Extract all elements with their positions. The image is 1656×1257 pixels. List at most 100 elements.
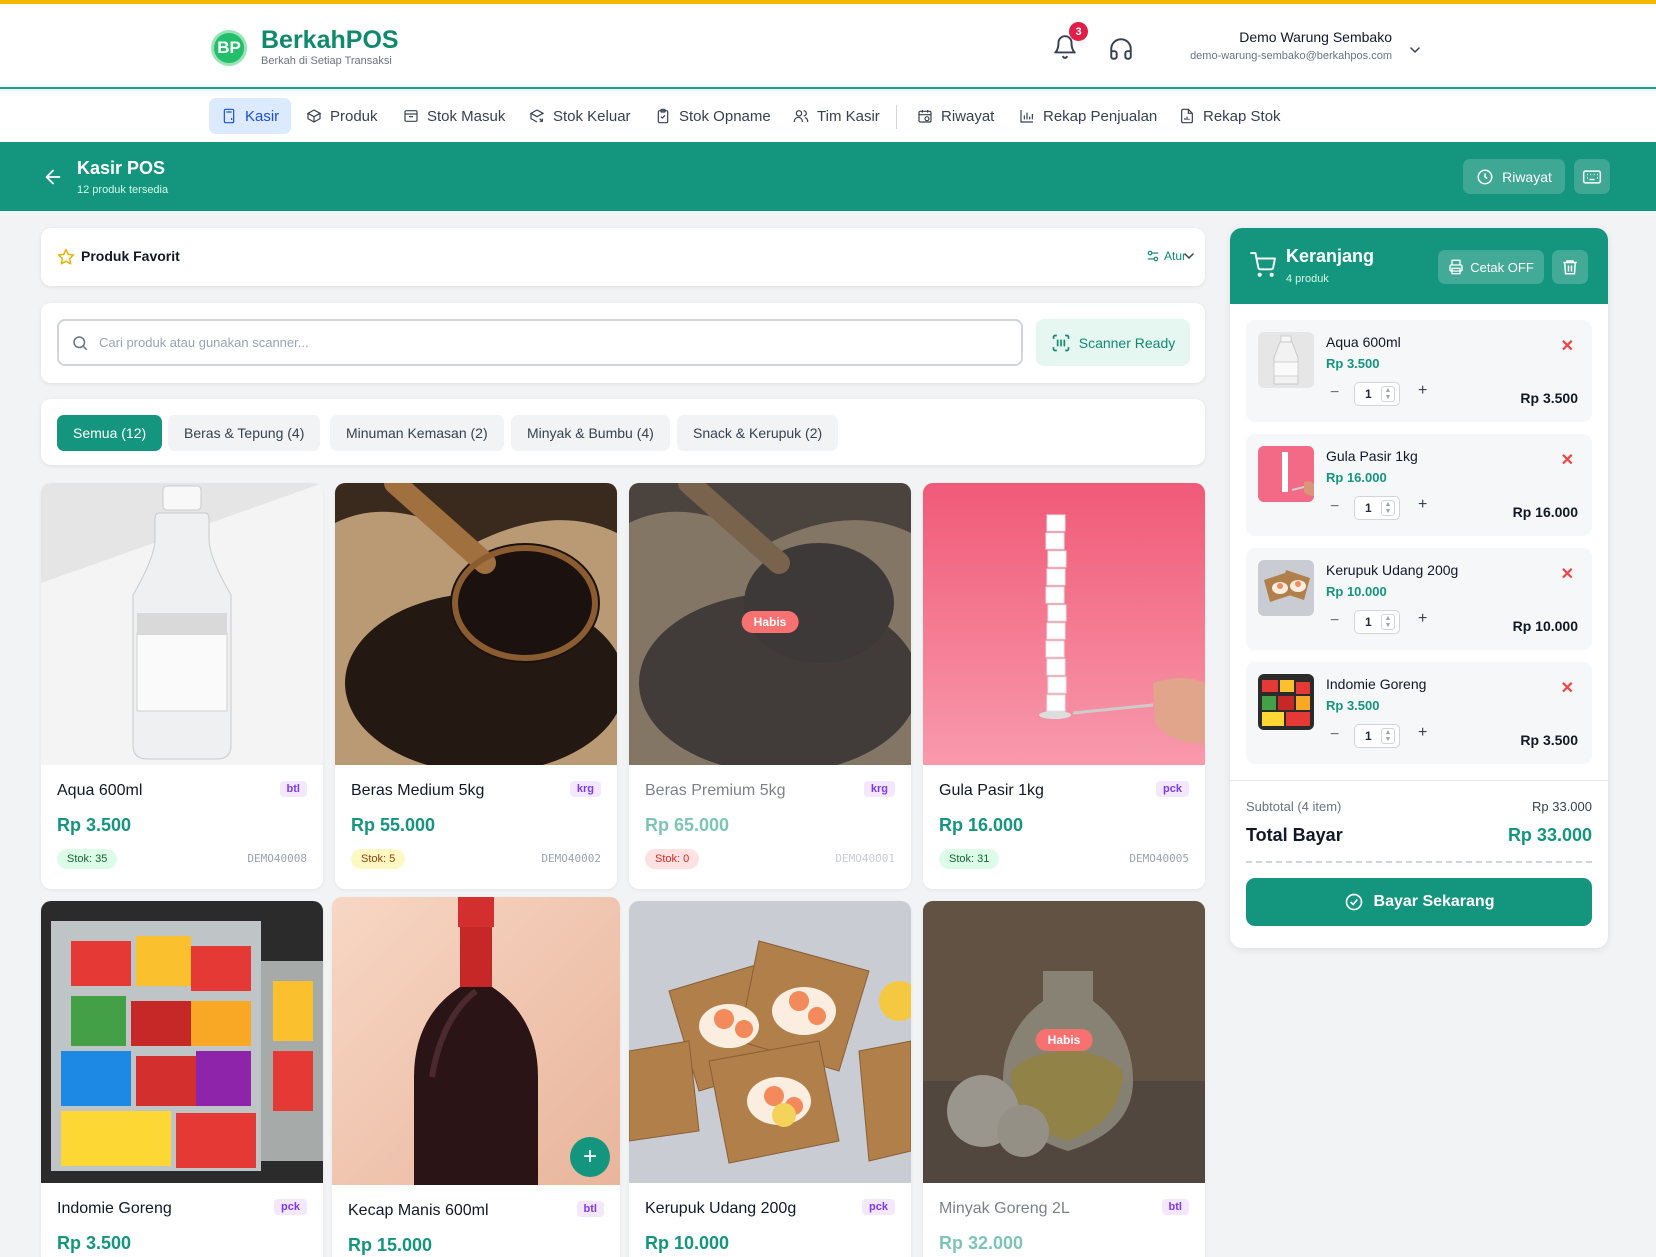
cart-item-price: Rp 3.500 [1326, 698, 1380, 713]
category-chip[interactable]: Beras & Tepung (4) [168, 415, 321, 451]
stock-badge: Stok: 35 [57, 849, 118, 869]
check-circle-icon [1345, 893, 1362, 911]
subtotal-value: Rp 33.000 [1532, 799, 1592, 814]
arrow-left-icon[interactable] [42, 166, 64, 188]
dashed-divider [1246, 861, 1592, 863]
nav-item-stok-opname[interactable]: Stok Opname [643, 98, 783, 134]
product-name: Indomie Goreng [57, 1200, 172, 1217]
quantity-input[interactable]: 1 ▲ ▼ [1354, 610, 1400, 634]
product-card[interactable]: Kerupuk Udang 200g pck Rp 10.000 [629, 901, 911, 1257]
remove-item-icon[interactable]: ✕ [1561, 678, 1574, 698]
quantity-input[interactable]: 1 ▲ ▼ [1354, 496, 1400, 520]
stock-badge: Stok: 5 [351, 849, 406, 869]
barcode-scan-icon [1052, 334, 1070, 351]
page-banner: Kasir POS 12 produk tersedia Riwayat [0, 142, 1656, 211]
user-name[interactable]: Demo Warung Sembako [1239, 29, 1392, 45]
product-unit-badge: btl [279, 781, 307, 797]
category-chip[interactable]: Minyak & Bumbu (4) [511, 415, 670, 451]
favorites-panel[interactable]: Produk Favorit Atur [41, 228, 1205, 286]
brand-tagline: Berkah di Setiap Transaksi [261, 55, 392, 67]
spinner-arrows-icon[interactable]: ▲ ▼ [1381, 614, 1395, 630]
users-icon [793, 110, 809, 122]
brand-logo[interactable]: BP [211, 30, 247, 66]
nav-label: Produk [330, 107, 378, 125]
product-card[interactable]: Habis Beras Premium 5kg krg Rp 65.000 St… [629, 483, 911, 889]
product-card[interactable]: Beras Medium 5kg krg Rp 55.000 Stok: 5 D… [335, 483, 617, 889]
category-chip[interactable]: Semua (12) [57, 415, 163, 451]
quantity-value: 1 [1365, 615, 1372, 629]
chevron-down-icon[interactable] [1181, 248, 1197, 264]
product-card[interactable]: Habis Minyak Goreng 2L btl Rp 32.000 [923, 901, 1205, 1257]
headset-icon[interactable] [1108, 36, 1134, 62]
stock-badge: Stok: 0 [645, 849, 700, 869]
increment-button[interactable]: + [1418, 496, 1427, 514]
clipboard-icon [657, 108, 669, 124]
riwayat-button-label: Riwayat [1502, 168, 1552, 185]
cart-item-name: Kerupuk Udang 200g [1326, 562, 1459, 578]
nav-item-rekap-penjualan[interactable]: Rekap Penjualan [1007, 98, 1169, 134]
brand-name[interactable]: BerkahPOS [261, 26, 399, 55]
search-input[interactable]: Cari produk atau gunakan scanner... [57, 319, 1023, 366]
category-filter-bar: Semua (12) Beras & Tepung (4) Minuman Ke… [41, 399, 1205, 465]
nav-item-produk[interactable]: Produk [294, 98, 390, 134]
category-chip[interactable]: Snack & Kerupuk (2) [677, 415, 839, 451]
product-card[interactable]: Aqua 600ml btl Rp 3.500 Stok: 35 DEMO400… [41, 483, 323, 889]
quantity-value: 1 [1365, 501, 1372, 515]
package-out-icon [529, 109, 545, 123]
decrement-button[interactable]: − [1330, 498, 1339, 516]
nav-item-kasir[interactable]: Kasir [209, 98, 292, 134]
increment-button[interactable]: + [1418, 382, 1427, 400]
cart-item: Kerupuk Udang 200g Rp 10.000 ✕ − 1 ▲ ▼ + R… [1246, 548, 1592, 650]
spinner-arrows-icon[interactable]: ▲ ▼ [1381, 500, 1395, 516]
cart-item: Aqua 600ml Rp 3.500 ✕ − 1 ▲ ▼ + Rp 3.500 [1246, 320, 1592, 422]
decrement-button[interactable]: − [1330, 384, 1339, 402]
remove-item-icon[interactable]: ✕ [1561, 336, 1574, 356]
decrement-button[interactable]: − [1330, 612, 1339, 630]
spinner-arrows-icon[interactable]: ▲ ▼ [1381, 386, 1395, 402]
print-toggle-button[interactable]: Cetak OFF [1438, 250, 1544, 284]
notification-count-badge: 3 [1069, 22, 1088, 41]
product-code: DEMO40001 [835, 852, 895, 865]
quantity-input[interactable]: 1 ▲ ▼ [1354, 724, 1400, 748]
cart-item: Indomie Goreng Rp 3.500 ✕ − 1 ▲ ▼ + Rp 3.5… [1246, 662, 1592, 764]
shopping-cart-icon [1250, 252, 1276, 277]
add-to-cart-button[interactable]: + [570, 1137, 610, 1177]
remove-item-icon[interactable]: ✕ [1561, 450, 1574, 470]
nav-item-tim-kasir[interactable]: Tim Kasir [781, 98, 892, 134]
increment-button[interactable]: + [1418, 724, 1427, 742]
category-chip[interactable]: Minuman Kemasan (2) [330, 415, 504, 451]
product-price: Rp 15.000 [348, 1235, 433, 1255]
app-header: BP BerkahPOS Berkah di Setiap Transaksi … [0, 4, 1656, 89]
product-card[interactable]: Gula Pasir 1kg pck Rp 16.000 Stok: 31 DE… [923, 483, 1205, 889]
product-price: Rp 65.000 [645, 815, 730, 835]
cart-item-name: Gula Pasir 1kg [1326, 448, 1418, 464]
remove-item-icon[interactable]: ✕ [1561, 564, 1574, 584]
product-price: Rp 10.000 [645, 1233, 730, 1253]
spinner-arrows-icon[interactable]: ▲ ▼ [1381, 728, 1395, 744]
product-unit-badge: krg [569, 781, 601, 797]
chevron-down-icon[interactable] [1407, 42, 1423, 58]
product-unit-badge: krg [863, 781, 895, 797]
favorites-atur-button[interactable]: Atur [1146, 249, 1186, 263]
quantity-input[interactable]: 1 ▲ ▼ [1354, 382, 1400, 406]
product-card[interactable]: Indomie Goreng pck Rp 3.500 [41, 901, 323, 1257]
nav-item-riwayat[interactable]: Riwayat [905, 98, 1006, 134]
pay-now-button[interactable]: Bayar Sekarang [1246, 878, 1592, 926]
cart-item-thumbnail [1258, 446, 1314, 502]
nav-label: Stok Masuk [427, 107, 506, 125]
riwayat-button[interactable]: Riwayat [1463, 159, 1565, 194]
cart-item-price: Rp 10.000 [1326, 584, 1387, 599]
keyboard-button[interactable] [1574, 159, 1610, 194]
scanner-button[interactable]: Scanner Ready [1036, 319, 1190, 366]
nav-label: Stok Opname [679, 107, 771, 125]
nav-label: Stok Keluar [553, 107, 631, 125]
product-unit-badge: btl [1161, 1199, 1189, 1215]
clear-cart-button[interactable] [1552, 250, 1588, 284]
nav-item-stok-keluar[interactable]: Stok Keluar [517, 98, 643, 134]
nav-item-stok-masuk[interactable]: Stok Masuk [391, 98, 517, 134]
pay-now-label: Bayar Sekarang [1373, 893, 1495, 910]
decrement-button[interactable]: − [1330, 726, 1339, 744]
increment-button[interactable]: + [1418, 610, 1427, 628]
nav-item-rekap-stok[interactable]: Rekap Stok [1167, 98, 1293, 134]
product-card[interactable]: + Kecap Manis 600ml btl Rp 15.000 [332, 897, 620, 1257]
